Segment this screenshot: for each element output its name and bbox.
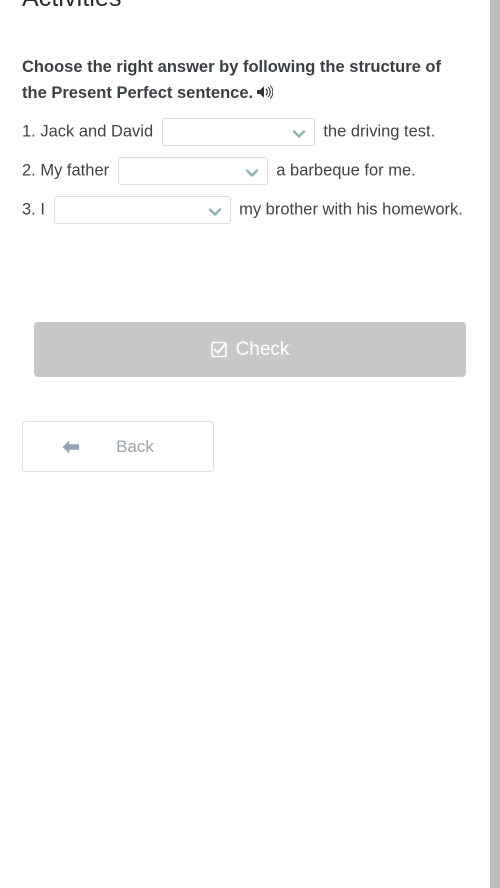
question-row-1: 1. Jack and David the driving test. bbox=[22, 118, 477, 146]
question-row-3: 3. I my brother with his homework. bbox=[22, 196, 477, 224]
questions-list: 1. Jack and David the driving test. 2. M… bbox=[22, 118, 477, 235]
chevron-down-icon bbox=[207, 202, 223, 218]
question-row-2: 2. My father a barbeque for me. bbox=[22, 157, 477, 185]
back-button-label: Back bbox=[116, 436, 154, 456]
page-title: Activities bbox=[22, 0, 122, 13]
back-button[interactable]: Back bbox=[22, 421, 214, 472]
question-2-prefix: 2. My father bbox=[22, 161, 114, 180]
chevron-down-icon bbox=[291, 124, 307, 140]
answer-select-1[interactable] bbox=[161, 118, 315, 146]
chevron-down-icon bbox=[244, 163, 260, 179]
answer-select-2[interactable] bbox=[117, 157, 268, 185]
check-button[interactable]: Check bbox=[34, 322, 466, 377]
question-3-prefix: 3. I bbox=[22, 200, 50, 219]
question-1-prefix: 1. Jack and David bbox=[22, 122, 158, 141]
scrollbar-thumb[interactable] bbox=[490, 0, 500, 888]
question-3-suffix: my brother with his homework. bbox=[234, 200, 463, 219]
checkbox-checked-icon bbox=[210, 341, 228, 358]
question-1-suffix: the driving test. bbox=[318, 122, 436, 141]
scrollbar-track[interactable] bbox=[488, 0, 500, 888]
check-button-label: Check bbox=[235, 338, 290, 360]
instruction-block: Choose the right answer by following the… bbox=[22, 54, 462, 108]
activity-page: Activities Choose the right answer by fo… bbox=[0, 0, 488, 888]
answer-select-3[interactable] bbox=[53, 196, 231, 224]
instruction-text: Choose the right answer by following the… bbox=[22, 58, 441, 102]
question-2-suffix: a barbeque for me. bbox=[271, 161, 416, 180]
speaker-icon[interactable] bbox=[256, 82, 274, 108]
